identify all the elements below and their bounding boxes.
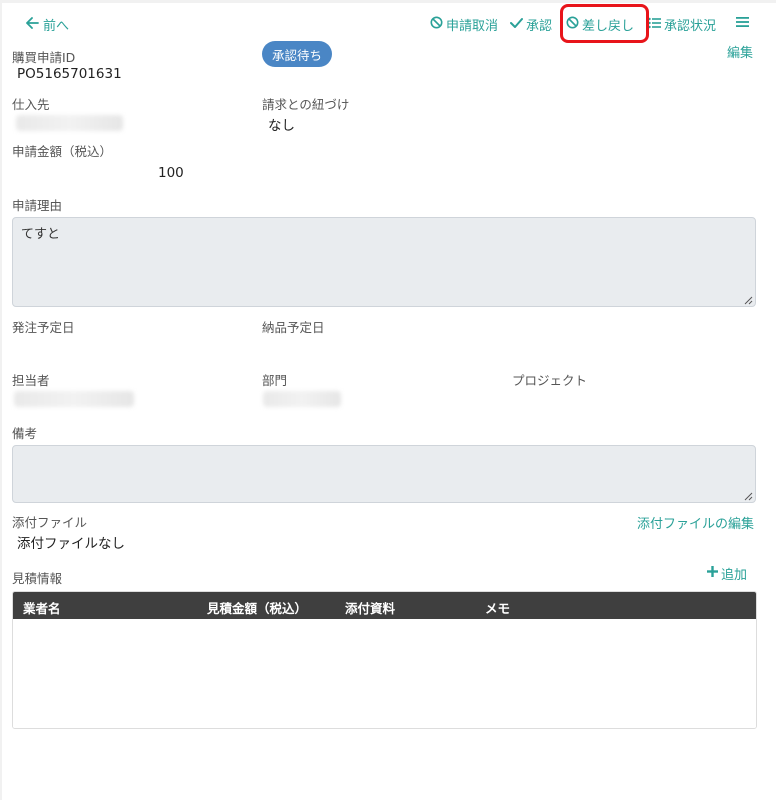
amount-label: 申請金額（税込）: [12, 144, 113, 159]
order-date-label: 発注予定日: [12, 320, 75, 335]
notes-textarea[interactable]: [12, 445, 756, 503]
status-badge: 承認待ち: [262, 41, 332, 67]
department-value-redacted: [263, 391, 341, 407]
arrow-left-icon: [26, 16, 39, 33]
plus-icon: [707, 566, 718, 581]
column-vendor: 業者名: [23, 601, 61, 616]
resize-handle-icon[interactable]: [743, 490, 753, 501]
invoice-link-label: 請求との紐づけ: [262, 97, 350, 112]
column-amount: 見積金額（税込）: [207, 601, 308, 616]
invoice-link-value: なし: [268, 118, 295, 134]
owner-value-redacted: [14, 391, 134, 407]
edit-attachments-link[interactable]: 添付ファイルの編集: [637, 513, 754, 532]
department-label: 部門: [262, 373, 288, 388]
supplier-label: 仕入先: [12, 97, 50, 112]
delivery-date-label: 納品予定日: [262, 320, 325, 335]
edit-link[interactable]: 編集: [727, 42, 753, 61]
reason-text: てすと: [21, 227, 61, 242]
approval-status-button[interactable]: 承認状況: [648, 15, 716, 34]
add-estimate-button[interactable]: 追加: [707, 564, 747, 583]
list-icon: [648, 17, 662, 33]
resize-handle-icon[interactable]: [743, 294, 753, 305]
purchase-id-label: 購買申請ID: [12, 50, 76, 65]
top-divider: [0, 0, 776, 3]
left-divider: [0, 0, 2, 800]
approve-button[interactable]: 承認: [510, 15, 552, 34]
reason-textarea[interactable]: てすと: [12, 217, 756, 307]
attachments-value: 添付ファイルなし: [17, 536, 125, 552]
approve-label: 承認: [526, 19, 553, 34]
purchase-request-detail: 前へ 申請取消 承認 差し戻し 承認状況 編集 購買申請ID PO5165701…: [0, 0, 776, 800]
purchase-id-value: PO5165701631: [17, 66, 122, 82]
notes-label: 備考: [12, 426, 38, 441]
approval-status-label: 承認状況: [664, 19, 717, 34]
back-link[interactable]: 前へ: [26, 15, 69, 34]
highlight-frame: [560, 4, 649, 43]
reason-label: 申請理由: [12, 198, 63, 213]
column-memo: メモ: [485, 601, 511, 616]
table-header: 業者名 見積金額（税込） 添付資料 メモ: [13, 592, 756, 619]
back-label: 前へ: [43, 19, 70, 34]
attachments-label: 添付ファイル: [12, 515, 88, 530]
check-icon: [510, 17, 524, 33]
cancel-request-label: 申請取消: [446, 19, 499, 34]
owner-label: 担当者: [12, 373, 50, 388]
estimates-label: 見積情報: [12, 571, 63, 586]
cancel-request-button[interactable]: 申請取消: [430, 15, 498, 34]
hamburger-menu-icon[interactable]: [736, 14, 749, 32]
ban-icon: [430, 16, 443, 33]
estimates-table: 業者名 見積金額（税込） 添付資料 メモ: [12, 591, 757, 729]
amount-value: 100: [158, 165, 184, 181]
add-label: 追加: [721, 568, 748, 583]
table-body: [13, 619, 756, 728]
supplier-value-redacted: [16, 115, 123, 131]
project-label: プロジェクト: [512, 373, 588, 388]
column-attachment: 添付資料: [345, 601, 396, 616]
